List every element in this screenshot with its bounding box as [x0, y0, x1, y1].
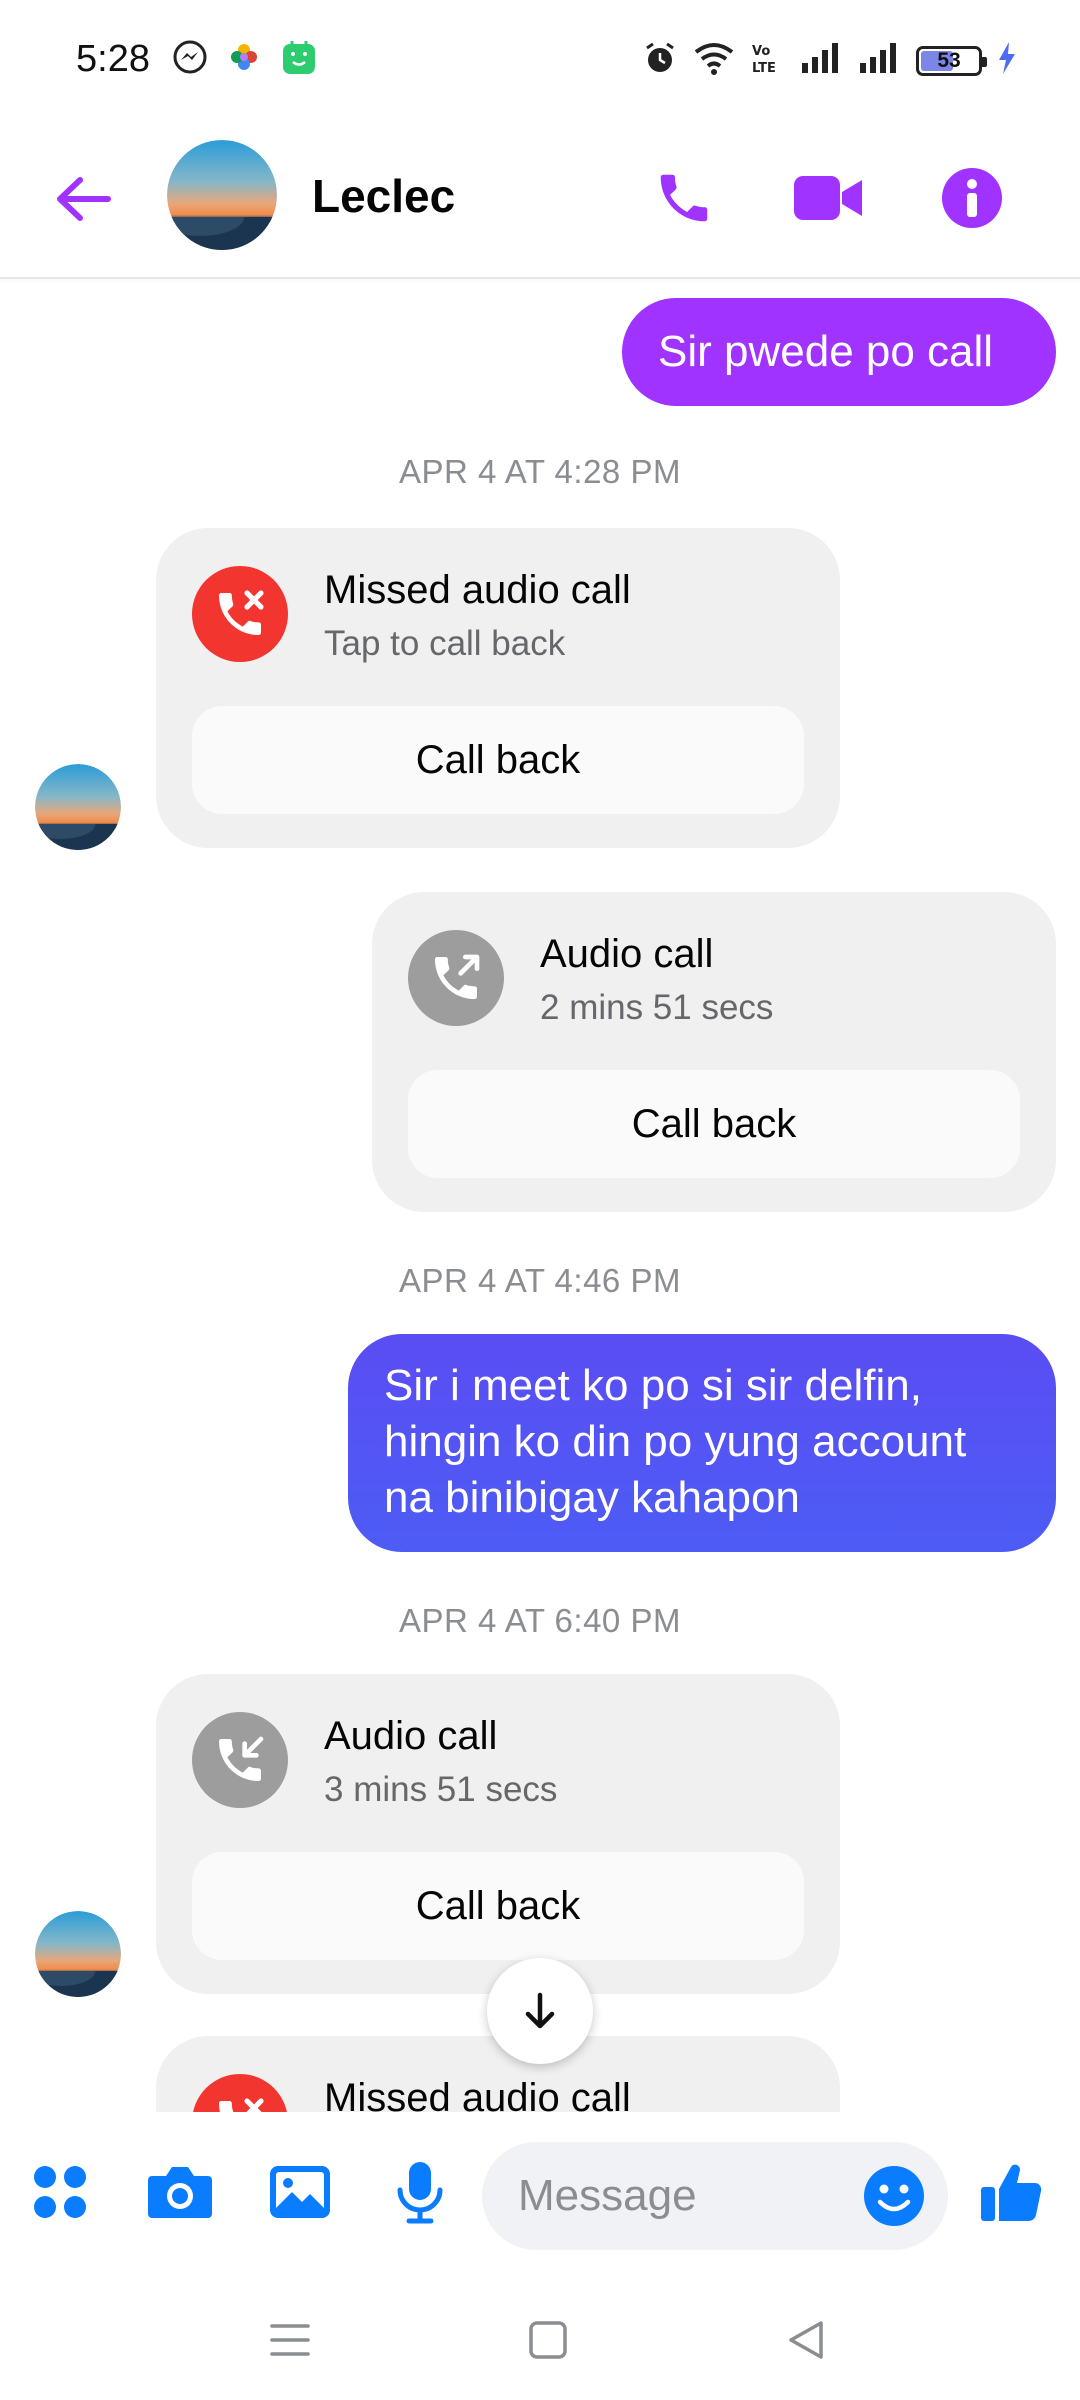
more-actions-button[interactable] — [20, 2152, 100, 2232]
call-title: Audio call — [540, 932, 714, 976]
audio-call-card[interactable]: Audio call 2 mins 51 secs Call back — [372, 892, 1056, 1212]
missed-call-card-clip: Missed audio call — [156, 2036, 840, 2112]
like-icon — [981, 2164, 1042, 2221]
timestamp: APR 4 AT 4:28 PM — [399, 453, 681, 490]
chat-header: Leclec — [0, 124, 1080, 279]
alarm-icon — [642, 40, 678, 81]
call-back-button[interactable]: Call back — [192, 706, 804, 814]
arrow-down-icon — [525, 1992, 555, 2029]
photos-icon — [226, 39, 262, 80]
missed-call-card[interactable]: Missed audio call Tap to call back Call … — [156, 528, 840, 848]
menu-icon — [270, 2324, 310, 2356]
call-subtitle: Tap to call back — [324, 624, 566, 663]
voice-clip-button[interactable] — [380, 2152, 460, 2232]
missed-call-icon — [192, 2074, 288, 2112]
sender-avatar[interactable] — [35, 1911, 121, 1997]
camera-icon — [148, 2167, 212, 2218]
video-call-button[interactable] — [790, 160, 866, 236]
missed-call-icon — [192, 566, 288, 662]
audio-call-button[interactable] — [646, 160, 722, 236]
call-duration: 2 mins 51 secs — [540, 988, 774, 1027]
microphone-icon — [397, 2162, 443, 2224]
composer — [0, 2112, 1080, 2282]
phone-icon — [660, 174, 708, 222]
status-time: 5:28 — [76, 38, 150, 80]
emoji-button[interactable] — [862, 2164, 926, 2228]
message-text: Sir i meet ko po si sir delfin, hingin k… — [384, 1361, 967, 1522]
store-icon — [280, 38, 318, 81]
status-bar: 5:28 Vo LTE 53 — [0, 0, 1080, 124]
outgoing-message[interactable]: Sir i meet ko po si sir delfin, hingin k… — [348, 1334, 1056, 1552]
notification-icons — [172, 38, 318, 81]
incoming-call-icon — [192, 1712, 288, 1808]
volte-icon: Vo LTE — [750, 40, 786, 81]
svg-text:Vo: Vo — [752, 44, 770, 59]
message-text: Sir pwede po call — [658, 327, 994, 376]
outgoing-call-icon — [408, 930, 504, 1026]
timestamp: APR 4 AT 4:46 PM — [399, 1262, 681, 1299]
call-title: Audio call — [324, 1714, 498, 1758]
call-title: Missed audio call — [324, 568, 631, 612]
sender-avatar[interactable] — [35, 764, 121, 850]
scroll-to-bottom-button[interactable] — [487, 1958, 593, 2064]
menu-dots-icon — [34, 2166, 86, 2218]
missed-call-card[interactable]: Missed audio call — [156, 2036, 840, 2112]
emoji-icon — [864, 2166, 924, 2226]
audio-call-card[interactable]: Audio call 3 mins 51 secs Call back — [156, 1674, 840, 1994]
call-duration: 3 mins 51 secs — [324, 1770, 558, 1809]
camera-button[interactable] — [140, 2152, 220, 2232]
messenger-icon — [172, 39, 208, 80]
message-box — [482, 2142, 948, 2250]
back-button[interactable] — [48, 164, 118, 234]
nav-back-button[interactable] — [776, 2310, 836, 2370]
signal-icon — [858, 41, 902, 80]
charging-icon — [996, 40, 1018, 81]
wifi-icon — [692, 40, 736, 81]
contact-name[interactable]: Leclec — [312, 169, 455, 223]
home-square-icon — [529, 2321, 567, 2359]
back-triangle-icon — [789, 2321, 823, 2359]
message-input[interactable] — [518, 2142, 848, 2250]
signal-icon — [800, 41, 844, 80]
battery-icon: 53 — [916, 45, 987, 76]
contact-avatar[interactable] — [167, 140, 277, 250]
call-title: Missed audio call — [324, 2076, 631, 2112]
system-nav-bar — [0, 2282, 1080, 2400]
back-arrow-icon — [57, 177, 111, 221]
timestamp: APR 4 AT 6:40 PM — [399, 1602, 681, 1639]
gallery-button[interactable] — [260, 2152, 340, 2232]
call-back-button[interactable]: Call back — [408, 1070, 1020, 1178]
info-icon — [942, 168, 1002, 228]
recent-apps-button[interactable] — [260, 2310, 320, 2370]
home-button[interactable] — [518, 2310, 578, 2370]
like-button[interactable] — [970, 2152, 1050, 2232]
system-icons: Vo LTE 53 — [642, 40, 1018, 81]
outgoing-message[interactable]: Sir pwede po call — [622, 298, 1056, 406]
svg-text:LTE: LTE — [752, 61, 776, 76]
video-icon — [794, 176, 862, 220]
battery-level: 53 — [937, 48, 961, 72]
gallery-icon — [270, 2166, 330, 2218]
call-back-button[interactable]: Call back — [192, 1852, 804, 1960]
info-button[interactable] — [934, 160, 1010, 236]
